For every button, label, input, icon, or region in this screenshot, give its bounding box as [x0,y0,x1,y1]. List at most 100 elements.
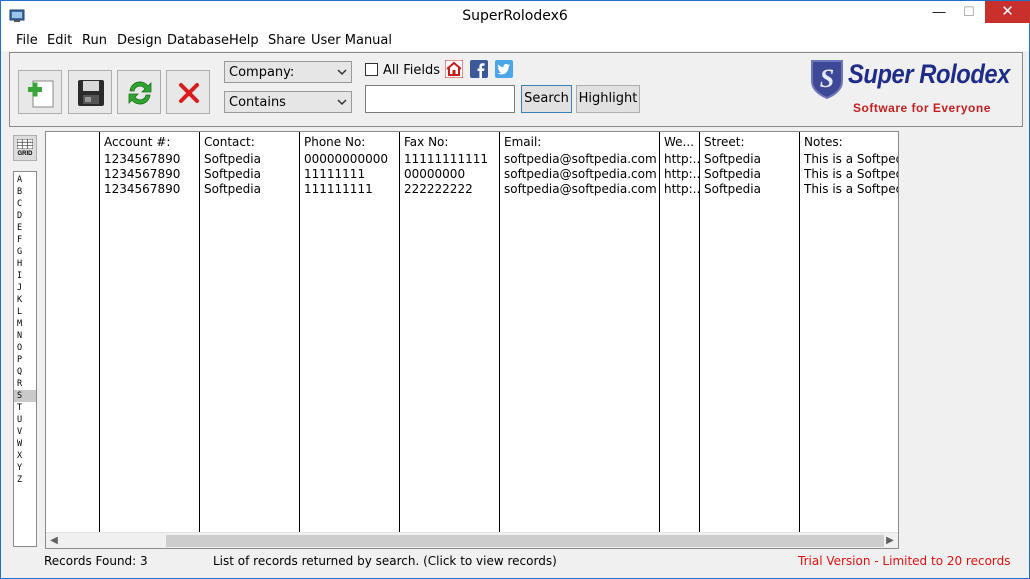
letter-w[interactable]: W [14,438,36,450]
records-found-status: Records Found: 3 [44,554,148,568]
column-divider [299,132,300,532]
delete-icon [179,83,199,103]
table-cell[interactable]: This is a Softped... [804,167,898,181]
table-cell[interactable]: Softpedia [704,152,797,166]
scrollbar-thumb[interactable] [166,535,884,547]
letter-h[interactable]: H [14,258,36,270]
letter-i[interactable]: I [14,270,36,282]
menu-design[interactable]: Design [117,33,162,48]
letter-j[interactable]: J [14,282,36,294]
highlight-button[interactable]: Highlight [576,85,640,113]
status-message[interactable]: List of records returned by search. (Cli… [213,554,557,568]
letter-u[interactable]: U [14,414,36,426]
horizontal-scrollbar[interactable]: ◀ ▶ [46,532,898,548]
letter-m[interactable]: M [14,318,36,330]
column-header[interactable]: Contact: [204,135,297,149]
menu-help[interactable]: Help [229,33,259,48]
operator-select[interactable]: Contains [224,91,352,113]
refresh-button[interactable] [117,70,161,114]
maximize-button[interactable]: ☐ [955,1,983,23]
letter-p[interactable]: P [14,354,36,366]
column-header[interactable]: Account #: [104,135,197,149]
close-button[interactable]: ✕ [985,1,1030,23]
app-window: SuperRolodex6 — ☐ ✕ File Edit Run Design… [0,0,1030,579]
table-cell[interactable]: 11111111111 [404,152,497,166]
table-cell[interactable]: 1234567890 [104,182,197,196]
table-cell[interactable]: 1234567890 [104,167,197,181]
table-cell[interactable]: http:... [664,167,700,181]
table-cell[interactable]: softpedia@softpedia.com [504,167,657,181]
column-header[interactable]: Phone No: [304,135,397,149]
add-record-button[interactable] [18,70,62,114]
letter-l[interactable]: L [14,306,36,318]
field-select[interactable]: Company: [224,61,352,83]
table-cell[interactable]: Softpedia [204,152,297,166]
table-cell[interactable]: This is a Softped... [804,182,898,196]
letter-f[interactable]: F [14,234,36,246]
delete-button[interactable] [166,70,210,114]
table-cell[interactable]: Softpedia [704,167,797,181]
letter-v[interactable]: V [14,426,36,438]
table-cell[interactable]: 222222222 [404,182,497,196]
letter-x[interactable]: X [14,450,36,462]
menu-database[interactable]: Database [167,33,229,48]
facebook-icon[interactable] [470,60,488,78]
letter-b[interactable]: B [14,186,36,198]
all-fields-checkbox[interactable] [365,63,378,76]
table-cell[interactable]: 1234567890 [104,152,197,166]
column-header[interactable]: We... [664,135,700,149]
letter-s[interactable]: S [14,390,36,402]
letter-o[interactable]: O [14,342,36,354]
letter-d[interactable]: D [14,210,36,222]
letter-z[interactable]: Z [14,474,36,486]
letter-k[interactable]: K [14,294,36,306]
grid-view-button[interactable]: GRID [13,135,37,161]
table-cell[interactable]: Softpedia [204,167,297,181]
menu-edit[interactable]: Edit [47,33,72,48]
title-bar: SuperRolodex6 — ☐ ✕ [1,1,1030,31]
letter-y[interactable]: Y [14,462,36,474]
menu-run[interactable]: Run [82,33,107,48]
super-rolodex-logo: S Super Rolodex Software for Everyone [806,57,1010,117]
save-button[interactable] [68,70,112,114]
table-cell[interactable]: Softpedia [204,182,297,196]
search-input[interactable] [365,85,515,113]
menu-share[interactable]: Share [268,33,306,48]
scroll-right-icon[interactable]: ▶ [884,535,896,547]
menu-file[interactable]: File [16,33,38,48]
table-cell[interactable]: Softpedia [704,182,797,196]
logo-subtitle: Software for Everyone [853,101,991,115]
letter-a[interactable]: A [14,174,36,186]
table-cell[interactable]: 00000000 [404,167,497,181]
scroll-left-icon[interactable]: ◀ [48,535,60,547]
table-cell[interactable]: 111111111 [304,182,397,196]
column-header[interactable]: Notes: [804,135,898,149]
column-header[interactable]: Fax No: [404,135,497,149]
letter-c[interactable]: C [14,198,36,210]
records-grid[interactable]: Account #: Contact: Phone No: Fax No: Email:… [45,131,899,549]
table-cell[interactable]: softpedia@softpedia.com [504,152,657,166]
letter-t[interactable]: T [14,402,36,414]
logo-badge-letter: S [820,64,834,93]
table-cell[interactable]: http:... [664,182,700,196]
home-icon[interactable] [445,60,463,78]
letter-q[interactable]: Q [14,366,36,378]
letter-e[interactable]: E [14,222,36,234]
letter-n[interactable]: N [14,330,36,342]
chevron-down-icon [337,99,347,106]
search-button[interactable]: Search [521,85,572,113]
table-cell[interactable]: 11111111 [304,167,397,181]
column-header[interactable]: Street: [704,135,797,149]
column-header[interactable]: Email: [504,135,657,149]
minimize-button[interactable]: — [925,1,953,23]
grid-label: GRID [17,151,33,157]
letter-g[interactable]: G [14,246,36,258]
menu-user-manual[interactable]: User Manual [311,33,392,48]
table-cell[interactable]: softpedia@softpedia.com [504,182,657,196]
table-cell[interactable]: 00000000000 [304,152,397,166]
table-cell[interactable]: http:... [664,152,700,166]
table-cell[interactable]: This is a Softped... [804,152,898,166]
letter-index: ABCDEFGHIJKLMNOPQRSTUVWXYZ [13,171,37,547]
letter-r[interactable]: R [14,378,36,390]
twitter-icon[interactable] [495,60,513,78]
